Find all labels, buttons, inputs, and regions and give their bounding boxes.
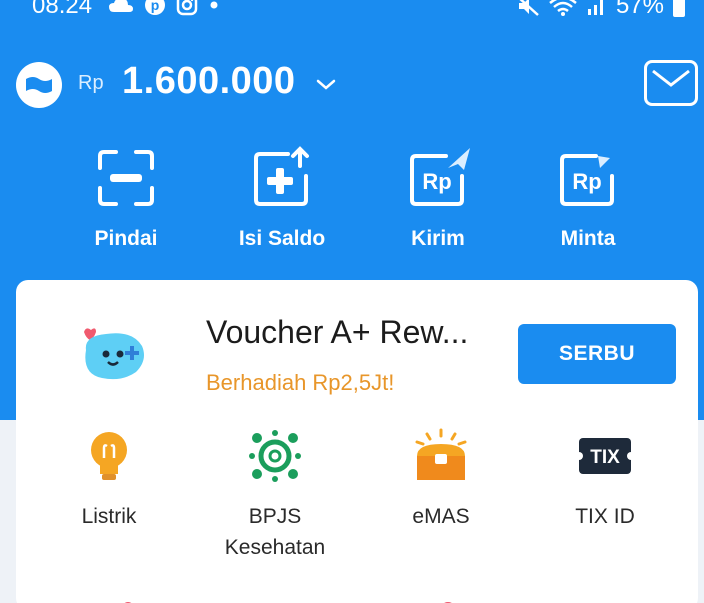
top-up-icon bbox=[254, 146, 309, 206]
service-label: eMAS bbox=[412, 505, 470, 528]
chevron-down-icon[interactable] bbox=[314, 76, 338, 92]
service-label: TIX ID bbox=[575, 505, 635, 528]
balance-currency: Rp bbox=[78, 72, 104, 94]
mute-icon bbox=[518, 0, 539, 16]
service-row2-item[interactable] bbox=[408, 590, 468, 603]
service-icon bbox=[444, 602, 452, 603]
status-bar: 08.24 p 57% bbox=[0, 0, 704, 22]
battery-percent: 57% bbox=[615, 0, 664, 19]
wallet-header: Rp 1.600.000 bbox=[0, 56, 704, 116]
dot-icon bbox=[210, 1, 218, 9]
service-row2-item[interactable] bbox=[78, 590, 138, 603]
action-label: Minta bbox=[560, 227, 616, 250]
action-pindai[interactable]: Pindai bbox=[56, 146, 196, 251]
inbox-button[interactable] bbox=[644, 60, 698, 106]
lightbulb-icon bbox=[91, 432, 127, 480]
promo-subtitle: Berhadiah Rp2,5Jt! bbox=[206, 370, 395, 395]
mail-icon bbox=[652, 69, 690, 87]
promo-title[interactable]: Voucher A+ Rew... bbox=[206, 314, 468, 351]
gold-chest-icon bbox=[415, 428, 467, 480]
dana-logo[interactable] bbox=[16, 62, 62, 108]
service-emas[interactable]: eMAS bbox=[366, 428, 516, 532]
status-time: 08.24 bbox=[32, 0, 93, 19]
status-system-icons: 57% bbox=[516, 0, 686, 20]
serbu-button[interactable]: SERBU bbox=[518, 324, 676, 384]
action-label: Kirim bbox=[411, 227, 465, 250]
svg-text:Rp: Rp bbox=[572, 169, 601, 194]
service-row2-item[interactable] bbox=[586, 590, 646, 603]
service-tix-id[interactable]: TIX TIX ID bbox=[530, 428, 680, 532]
service-bpjs[interactable]: BPJS Kesehatan bbox=[200, 428, 350, 563]
dana-logo-icon bbox=[26, 77, 52, 93]
request-money-icon: Rp bbox=[560, 150, 618, 206]
wifi-icon bbox=[549, 0, 577, 16]
status-notification-icons: p bbox=[108, 0, 220, 16]
pinterest-icon: p bbox=[145, 0, 165, 15]
service-icon bbox=[246, 590, 306, 603]
mascot-icon bbox=[84, 328, 144, 380]
cloud-icon bbox=[109, 0, 133, 12]
main-card: Voucher A+ Rew... Berhadiah Rp2,5Jt! SER… bbox=[16, 280, 698, 603]
service-label: BPJS Kesehatan bbox=[224, 505, 326, 559]
scan-icon bbox=[98, 150, 154, 206]
service-row2-item[interactable] bbox=[246, 590, 306, 603]
service-icon bbox=[124, 602, 132, 603]
svg-text:Rp: Rp bbox=[422, 169, 451, 194]
service-label: Listrik bbox=[81, 505, 137, 528]
battery-icon bbox=[673, 0, 685, 17]
balance-amount[interactable]: 1.600.000 bbox=[122, 60, 296, 103]
svg-text:p: p bbox=[151, 0, 160, 13]
action-isi-saldo[interactable]: Isi Saldo bbox=[212, 146, 352, 251]
quick-actions: Pindai Isi Saldo Rp Kirim Rp Minta bbox=[0, 146, 704, 256]
bpjs-icon bbox=[249, 430, 301, 482]
signal-icon bbox=[587, 0, 603, 15]
tix-icon: TIX bbox=[575, 438, 635, 474]
action-kirim[interactable]: Rp Kirim bbox=[368, 146, 508, 251]
send-money-icon: Rp bbox=[410, 148, 470, 206]
service-listrik[interactable]: Listrik bbox=[34, 428, 184, 532]
action-label: Pindai bbox=[94, 227, 158, 250]
instagram-icon bbox=[176, 0, 198, 16]
service-icon bbox=[586, 590, 646, 603]
action-minta[interactable]: Rp Minta bbox=[518, 146, 658, 251]
action-label: Isi Saldo bbox=[238, 227, 326, 250]
tix-icon-text: TIX bbox=[590, 447, 620, 468]
